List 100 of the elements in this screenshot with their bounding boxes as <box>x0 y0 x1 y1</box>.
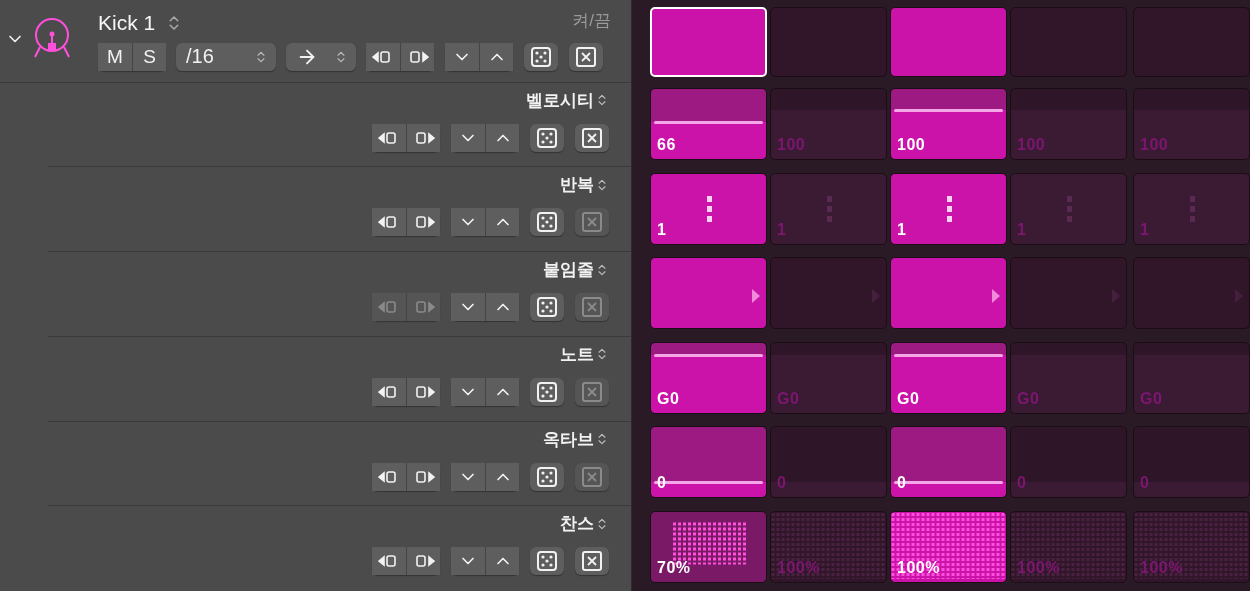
step-tie-cell[interactable] <box>650 257 767 330</box>
step-value: 0 <box>1140 474 1150 493</box>
dice-icon <box>537 212 557 233</box>
clear-button[interactable] <box>569 42 603 71</box>
decrease-button[interactable] <box>451 293 485 322</box>
step-value: 1 <box>897 220 907 239</box>
repeat-dots-icon <box>827 195 833 224</box>
on-off-label: 켜/끔 <box>572 10 611 32</box>
dice-icon <box>537 297 557 318</box>
step-value: 100% <box>777 558 820 577</box>
row-label[interactable]: 벨로시티 <box>526 88 594 112</box>
tie-arrow-icon <box>991 288 1001 305</box>
repeat-dots-icon <box>1067 195 1073 224</box>
step-tie-cell[interactable] <box>1010 257 1127 330</box>
increase-button[interactable] <box>485 293 519 322</box>
repeat-dots-icon <box>947 195 953 224</box>
step-value-cell[interactable]: G0 <box>650 341 767 414</box>
repeat-dots-icon <box>1190 195 1196 224</box>
shift-left-button[interactable] <box>372 547 406 576</box>
shift-right-button[interactable] <box>406 377 440 406</box>
step-value-cell[interactable]: G0 <box>890 341 1007 414</box>
shift-left-button[interactable] <box>372 462 406 491</box>
solo-button[interactable]: S <box>132 42 166 71</box>
row-label[interactable]: 붙임줄 <box>543 258 594 282</box>
decrease-button[interactable] <box>445 42 479 71</box>
step-value: 1 <box>777 220 787 239</box>
step-value-cell[interactable]: 1 <box>890 172 1007 245</box>
shift-left-button[interactable] <box>372 123 406 152</box>
shift-left-button[interactable] <box>372 208 406 237</box>
shift-left-button[interactable] <box>366 42 400 71</box>
step-pad[interactable] <box>890 7 1007 77</box>
dice-icon <box>537 127 557 148</box>
track-name: Kick 1 <box>98 10 156 35</box>
step-value-cell[interactable]: 100 <box>890 88 1007 161</box>
step-value: 100 <box>1017 136 1046 155</box>
step-value: 70% <box>657 558 691 577</box>
step-value-cell[interactable]: 66 <box>650 88 767 161</box>
decrease-button[interactable] <box>451 547 485 576</box>
step-value-cell[interactable]: 1 <box>650 172 767 245</box>
decrease-button[interactable] <box>451 462 485 491</box>
randomize-button[interactable] <box>530 547 564 576</box>
shift-right-button[interactable] <box>406 123 440 152</box>
step-value: G0 <box>1017 389 1040 408</box>
step-value: 1 <box>1140 220 1150 239</box>
increase-button[interactable] <box>485 462 519 491</box>
step-value: G0 <box>897 389 920 408</box>
clear-button[interactable] <box>575 547 609 576</box>
step-value: 100 <box>777 136 806 155</box>
direction-select[interactable] <box>286 42 356 71</box>
step-tie-cell[interactable] <box>1133 257 1250 330</box>
clear-icon <box>582 212 602 233</box>
shift-right-button[interactable] <box>400 42 434 71</box>
step-value: 0 <box>777 474 787 493</box>
increase-button[interactable] <box>485 377 519 406</box>
step-value: 0 <box>1017 474 1027 493</box>
increase-button[interactable] <box>479 42 513 71</box>
step-chance-cell[interactable]: 100% <box>890 510 1007 583</box>
dice-icon <box>537 466 557 487</box>
randomize-button[interactable] <box>530 293 564 322</box>
row-label[interactable]: 반복 <box>560 173 594 197</box>
randomize-button[interactable] <box>530 123 564 152</box>
step-value: 1 <box>1017 220 1027 239</box>
clear-icon <box>582 127 602 148</box>
step-value: G0 <box>777 389 800 408</box>
clear-button[interactable] <box>575 123 609 152</box>
step-chance-cell[interactable]: 70% <box>650 510 767 583</box>
rate-select[interactable]: /16 <box>176 42 276 71</box>
row-label[interactable]: 노트 <box>560 342 594 366</box>
step-tie-cell[interactable] <box>770 257 887 330</box>
decrease-button[interactable] <box>451 123 485 152</box>
mute-button[interactable]: M <box>98 42 132 71</box>
step-tie-cell[interactable] <box>890 257 1007 330</box>
step-value: G0 <box>657 389 680 408</box>
increase-button[interactable] <box>485 123 519 152</box>
row-label[interactable]: 옥타브 <box>543 427 594 451</box>
randomize-button[interactable] <box>530 377 564 406</box>
row-label[interactable]: 찬스 <box>560 512 594 536</box>
randomize-button[interactable] <box>530 462 564 491</box>
clear-icon <box>582 381 602 402</box>
shift-right-button[interactable] <box>406 547 440 576</box>
increase-button[interactable] <box>485 208 519 237</box>
repeat-dots-icon <box>707 195 713 224</box>
shift-right-button[interactable] <box>406 462 440 491</box>
step-value: 100% <box>1017 558 1060 577</box>
step-value: 100% <box>1140 558 1183 577</box>
decrease-button[interactable] <box>451 208 485 237</box>
step-value: 100 <box>897 136 926 155</box>
randomize-button[interactable] <box>524 42 558 71</box>
shift-left-button[interactable] <box>372 377 406 406</box>
shift-right-button[interactable] <box>406 208 440 237</box>
clear-icon <box>576 46 596 67</box>
randomize-button[interactable] <box>530 208 564 237</box>
decrease-button[interactable] <box>451 377 485 406</box>
clear-icon <box>582 551 602 572</box>
dice-icon <box>531 46 551 67</box>
increase-button[interactable] <box>485 547 519 576</box>
clear-icon <box>582 297 602 318</box>
clear-icon <box>582 466 602 487</box>
step-value: 100% <box>897 558 940 577</box>
step-value: 1 <box>657 220 667 239</box>
